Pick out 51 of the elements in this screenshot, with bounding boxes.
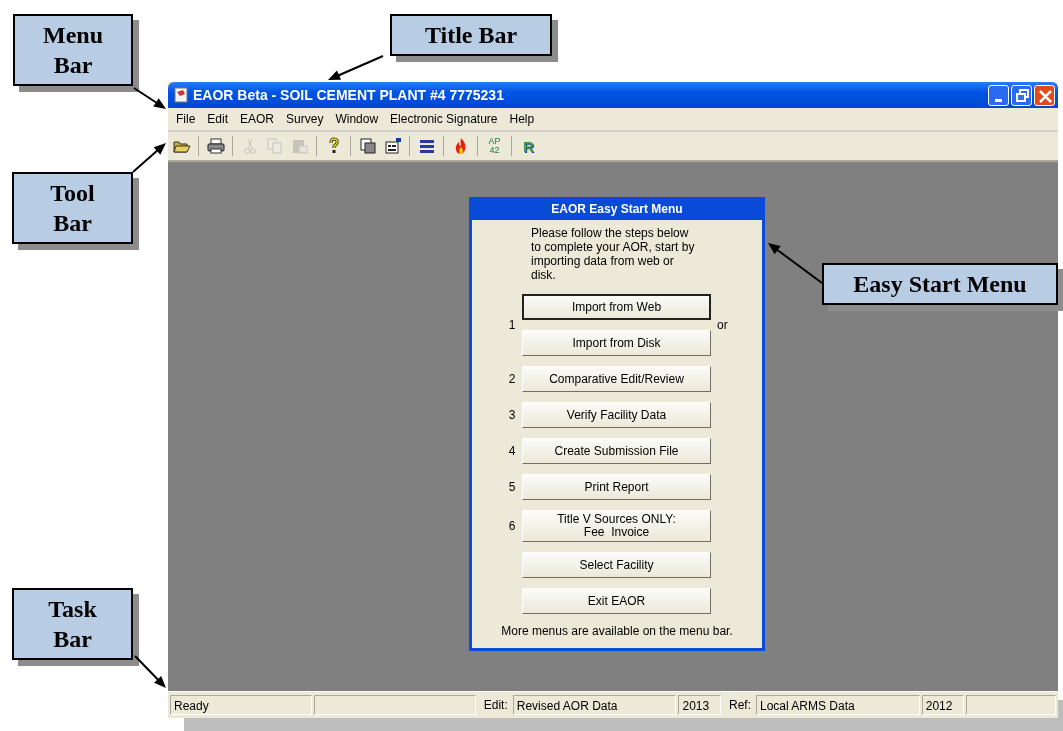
step-number: 2 (508, 372, 516, 386)
step-number: 6 (508, 519, 516, 533)
properties-icon (383, 137, 402, 155)
step-button[interactable]: Exit EAOR (522, 588, 711, 614)
menu-item[interactable]: Window (329, 112, 385, 126)
step-button[interactable]: Select Facility (522, 552, 711, 578)
list-icon (417, 137, 436, 155)
callout-arrow (133, 87, 166, 109)
instructions-text: Please follow the steps below to complete your AOR, start by importing data from web or disk. (531, 226, 696, 282)
status-pane: 2013 (678, 695, 721, 715)
step-number: 3 (508, 408, 516, 422)
menu-item[interactable]: Help (503, 112, 541, 126)
status-pane: 2012 (921, 695, 965, 715)
or-text: or (717, 318, 728, 332)
callout-arrow (328, 55, 384, 80)
callout-arrow (768, 243, 823, 284)
step-button[interactable]: Create Submission File (522, 438, 711, 464)
window-title: EAOR Beta - SOIL CEMENT PLANT #4 7775231 (193, 87, 505, 103)
callout-arrow (132, 143, 166, 173)
paste-icon (290, 137, 309, 155)
footer-text: More menus are available on the menu bar. (500, 624, 734, 638)
menu-item[interactable]: File (170, 112, 202, 126)
status-pane: Local ARMS Data (756, 695, 920, 715)
step-button[interactable]: Verify Facility Data (522, 402, 711, 428)
printer-icon (206, 137, 225, 155)
callout-arrow (134, 655, 166, 688)
menu-item[interactable]: EAOR (234, 112, 281, 126)
close-button[interactable] (1034, 84, 1055, 106)
step-button[interactable]: Title V Sources ONLY: Fee Invoice (522, 510, 711, 542)
status-label: Edit: (482, 698, 509, 712)
menu-item[interactable]: Electronic Signature (384, 112, 504, 126)
copy-icon (265, 137, 284, 155)
menu-item[interactable]: Survey (280, 112, 330, 126)
step-button[interactable]: Import from Web (522, 294, 711, 320)
restore-button[interactable] (1011, 84, 1032, 106)
app-icon (173, 87, 189, 103)
status-pane: Ready (170, 695, 313, 715)
minimize-icon (995, 98, 1002, 102)
step-button[interactable]: Import from Disk (522, 330, 711, 356)
step-button[interactable]: Print Report (522, 474, 711, 500)
step-number: 1 (508, 318, 516, 332)
step-number: 4 (508, 444, 516, 458)
step-number: 5 (508, 480, 516, 494)
menu-item[interactable]: Edit (201, 112, 235, 126)
cascade-windows-icon (358, 137, 377, 155)
minimize-button[interactable] (988, 84, 1009, 106)
step-button[interactable]: Comparative Edit/Review (522, 366, 711, 392)
status-pane: Revised AOR Data (512, 695, 677, 715)
dialog-title: EAOR Easy Start Menu (472, 200, 762, 220)
ap42-button[interactable]: AP 42 (483, 134, 506, 158)
status-label: Ref: (728, 698, 752, 712)
